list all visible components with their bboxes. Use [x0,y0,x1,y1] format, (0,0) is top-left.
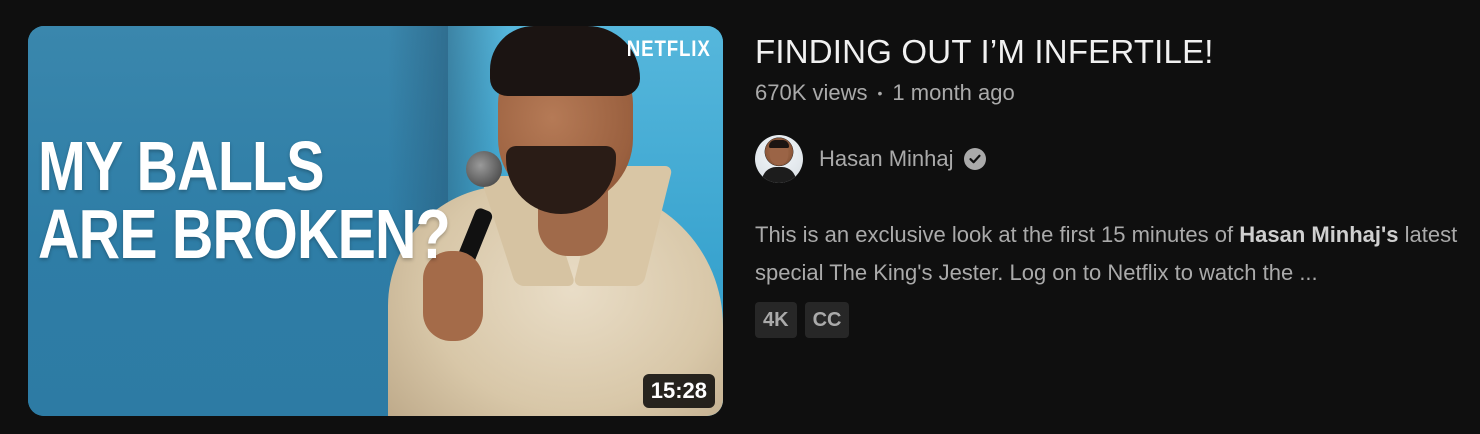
comedian-hair [490,26,640,96]
badge-cc: CC [804,302,850,338]
view-count: 670K views [755,80,868,105]
channel-link[interactable]: Hasan Minhaj [755,134,1465,184]
description-bold-channel: Hasan Minhaj's [1239,222,1399,247]
netflix-logo: NETFLIX [627,36,711,61]
avatar-hair [769,140,789,148]
upload-age: 1 month ago [892,80,1015,105]
video-title[interactable]: FINDING OUT I’M INFERTILE! [755,30,1465,74]
verified-check-icon [963,148,986,170]
microphone-head [466,151,502,187]
checkmark-glyph [968,154,981,164]
metadata-separator: • [877,85,883,101]
video-metadata: 670K views • 1 month ago [755,78,1465,108]
thumbnail-title-text: MY BALLS ARE BROKEN? [38,127,451,273]
channel-name[interactable]: Hasan Minhaj [819,146,954,172]
thumbnail-title-line-1: MY BALLS [38,127,325,205]
badge-4k: 4K [755,302,797,338]
video-badges: 4K CC [755,302,1465,338]
avatar-body [762,167,796,183]
thumbnail-title-line-2: ARE BROKEN? [38,195,451,273]
video-details: FINDING OUT I’M INFERTILE! 670K views • … [755,30,1465,338]
video-description-snippet: This is an exclusive look at the first 1… [755,216,1465,292]
video-result-row[interactable]: MY BALLS ARE BROKEN? NETFLIX 15:28 FINDI… [0,0,1480,434]
channel-avatar[interactable] [755,135,803,183]
description-text-1: This is an exclusive look at the first 1… [755,222,1240,247]
video-thumbnail[interactable]: MY BALLS ARE BROKEN? NETFLIX 15:28 [28,26,723,416]
duration-badge: 15:28 [642,374,715,408]
